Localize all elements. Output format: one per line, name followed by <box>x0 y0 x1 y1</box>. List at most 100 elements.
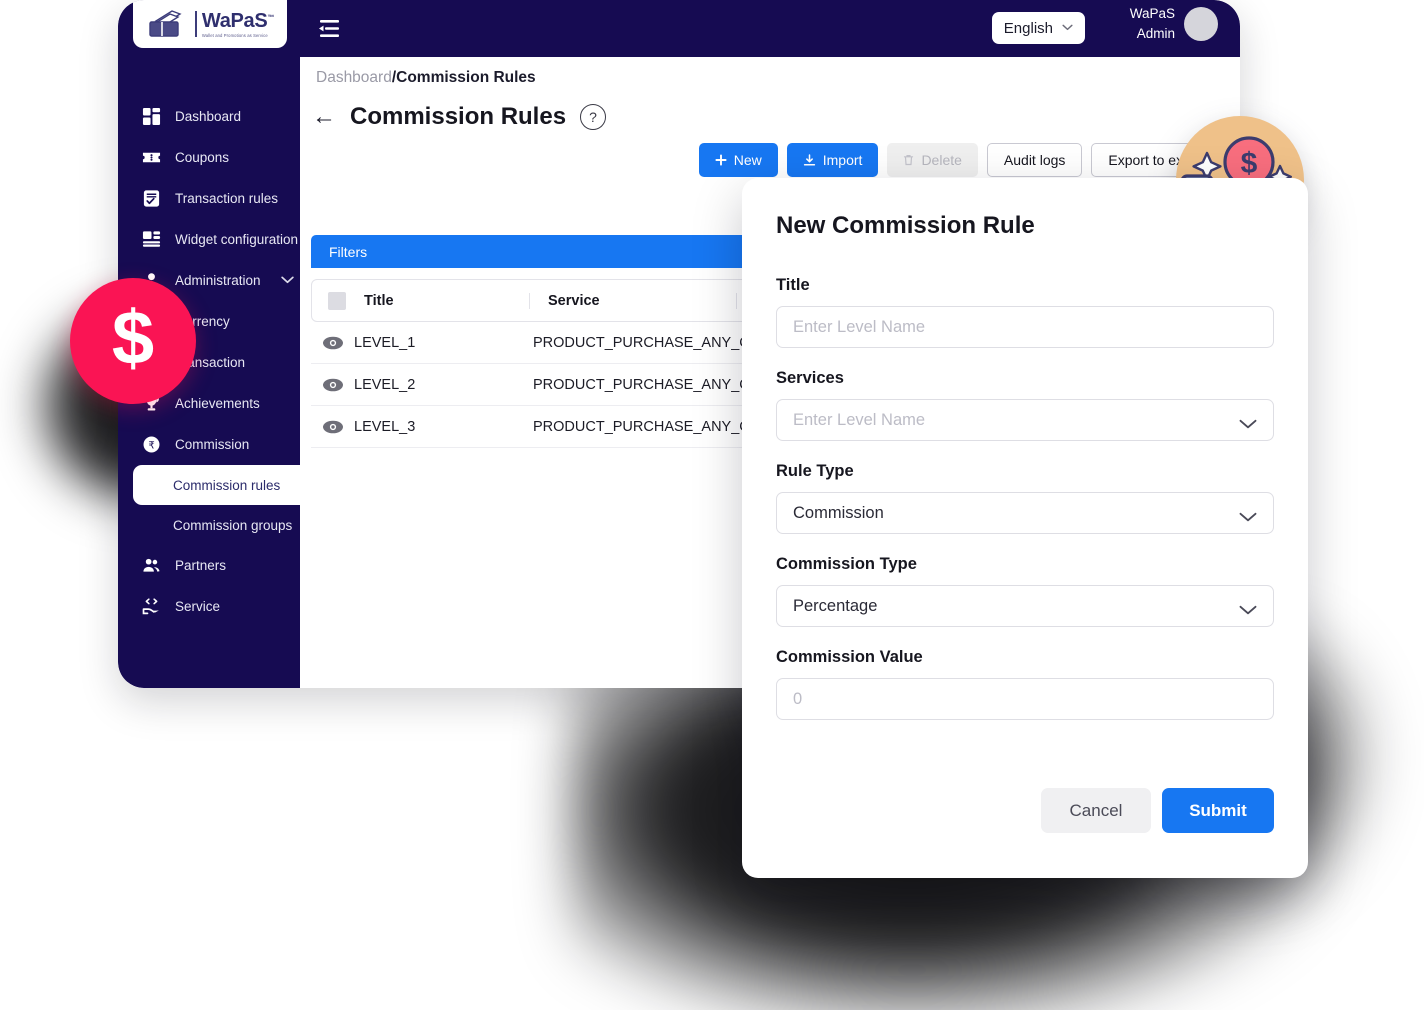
field-label: Commission Value <box>776 648 923 666</box>
chevron-down-icon <box>1062 23 1073 34</box>
delete-button-label: Delete <box>921 152 962 168</box>
eye-icon[interactable] <box>322 420 344 434</box>
cell-service: PRODUCT_PURCHASE_ANY_CR <box>533 334 761 351</box>
language-label: English <box>1003 19 1053 37</box>
field-commission-value: Commission Value 0 <box>776 648 1274 720</box>
sidebar-item-label: Achievements <box>175 396 260 411</box>
breadcrumb-current: Commission Rules <box>396 69 536 86</box>
widget-config-icon <box>142 230 161 249</box>
rule-type-value: Commission <box>793 503 884 522</box>
back-arrow-icon[interactable]: ← <box>312 105 336 129</box>
trash-icon <box>903 154 914 166</box>
cancel-button[interactable]: Cancel <box>1041 788 1151 833</box>
dashboard-grid-icon <box>142 107 161 126</box>
field-rule-type: Rule Type Commission <box>776 462 1274 534</box>
sidebar-item-dashboard[interactable]: Dashboard <box>118 96 300 137</box>
breadcrumb-parent[interactable]: Dashboard <box>316 69 392 86</box>
cell-title: LEVEL_3 <box>354 418 416 435</box>
field-label: Commission Type <box>776 555 917 573</box>
chevron-down-icon <box>1239 508 1257 522</box>
services-select[interactable]: Enter Level Name <box>776 399 1274 441</box>
audit-logs-button[interactable]: Audit logs <box>986 143 1083 177</box>
dollar-badge: $ <box>70 278 196 404</box>
partners-people-icon <box>142 556 161 575</box>
sidebar-item-coupons[interactable]: Coupons <box>118 137 300 178</box>
rule-type-select[interactable]: Commission <box>776 492 1274 534</box>
commission-value-input[interactable]: 0 <box>776 678 1274 720</box>
import-button-label: Import <box>822 152 863 168</box>
commission-type-select[interactable]: Percentage <box>776 585 1274 627</box>
column-header-title[interactable]: Title <box>364 293 529 309</box>
chevron-down-icon <box>1239 415 1257 429</box>
service-code-hand-icon <box>142 597 161 616</box>
download-import-icon <box>803 153 816 167</box>
menu-collapse-icon[interactable] <box>316 18 342 40</box>
app-logo[interactable]: WaPaS™ Wallet and Promotions as Service <box>133 0 287 48</box>
title-input-placeholder: Enter Level Name <box>793 317 926 336</box>
commission-type-value: Percentage <box>793 596 878 615</box>
sidebar-item-transaction-rules[interactable]: Transaction rules <box>118 178 300 219</box>
sidebar-item-label: Dashboard <box>175 109 242 124</box>
sidebar-item-widget-configuration[interactable]: Widget configuration <box>118 219 300 260</box>
chevron-down-icon <box>1239 601 1257 615</box>
wallet-cards-icon <box>146 9 190 39</box>
screenshot-root: WaPaS™ Wallet and Promotions as Service <box>0 0 1424 1010</box>
cell-title: LEVEL_2 <box>354 376 416 393</box>
delete-button: Delete <box>887 143 978 177</box>
cell-service: PRODUCT_PURCHASE_ANY_CR <box>533 376 761 393</box>
modal-title: New Commission Rule <box>776 212 1035 239</box>
services-select-placeholder: Enter Level Name <box>793 410 926 429</box>
modal-actions: Cancel Submit <box>1041 788 1274 833</box>
chevron-down-icon <box>280 275 294 287</box>
sidebar-subitem-label: Commission groups <box>173 517 293 533</box>
sidebar-item-label: Commission <box>175 437 250 452</box>
sidebar-item-label: Partners <box>175 558 227 573</box>
avatar[interactable] <box>1184 6 1218 41</box>
svg-text:$: $ <box>1241 147 1258 180</box>
field-label: Title <box>776 276 810 294</box>
field-label: Rule Type <box>776 462 854 480</box>
cell-service: PRODUCT_PURCHASE_ANY_CR <box>533 418 761 435</box>
column-header-service[interactable]: Service <box>529 292 736 309</box>
sidebar-item-label: Service <box>175 599 221 614</box>
sidebar-item-commission[interactable]: ₹ Commission <box>118 424 300 465</box>
rupee-coin-icon: ₹ <box>142 435 161 454</box>
user-name-line1: WaPaS <box>1129 6 1175 21</box>
topbar: English WaPaS Admin <box>300 0 1240 57</box>
sidebar-item-label: Administration <box>175 273 261 288</box>
language-selector[interactable]: English <box>991 12 1085 44</box>
new-commission-rule-modal: New Commission Rule Title Enter Level Na… <box>742 178 1308 878</box>
sidebar-item-service[interactable]: Service <box>118 586 300 627</box>
import-button[interactable]: Import <box>786 143 879 177</box>
eye-icon[interactable] <box>322 336 344 350</box>
filters-label: Filters <box>329 243 368 260</box>
breadcrumb: Dashboard/Commission Rules <box>316 69 536 87</box>
field-label: Services <box>776 369 844 387</box>
user-menu[interactable]: WaPaS Admin <box>1130 4 1218 43</box>
field-services: Services Enter Level Name <box>776 369 1274 441</box>
coupon-ticket-icon <box>142 148 161 167</box>
page-title: Commission Rules <box>350 103 567 130</box>
sidebar-item-partners[interactable]: Partners <box>118 545 300 586</box>
new-button[interactable]: New <box>698 143 778 177</box>
user-name-line2: Admin <box>1136 25 1175 41</box>
sidebar-item-label: Widget configuration <box>175 232 299 247</box>
sidebar-item-commission-rules[interactable]: Commission rules <box>133 465 300 505</box>
dollar-icon: $ <box>111 296 155 381</box>
logo-wordmark: WaPaS™ <box>201 9 275 32</box>
select-all-checkbox[interactable] <box>328 291 346 310</box>
logo-tagline: Wallet and Promotions as Service <box>201 32 268 38</box>
plus-icon <box>715 154 727 166</box>
sidebar-item-label: Coupons <box>175 150 230 165</box>
help-icon[interactable]: ? <box>580 104 607 130</box>
cell-title: LEVEL_1 <box>354 334 416 351</box>
logo-divider <box>194 11 197 37</box>
sidebar-item-commission-groups[interactable]: Commission groups <box>118 505 300 545</box>
transaction-rules-icon <box>142 189 161 208</box>
title-input[interactable]: Enter Level Name <box>776 306 1274 348</box>
commission-value-placeholder: 0 <box>793 689 803 708</box>
eye-icon[interactable] <box>322 378 344 392</box>
submit-button[interactable]: Submit <box>1162 788 1274 833</box>
sidebar-subitem-label: Commission rules <box>173 477 281 493</box>
svg-text:₹: ₹ <box>148 440 154 451</box>
